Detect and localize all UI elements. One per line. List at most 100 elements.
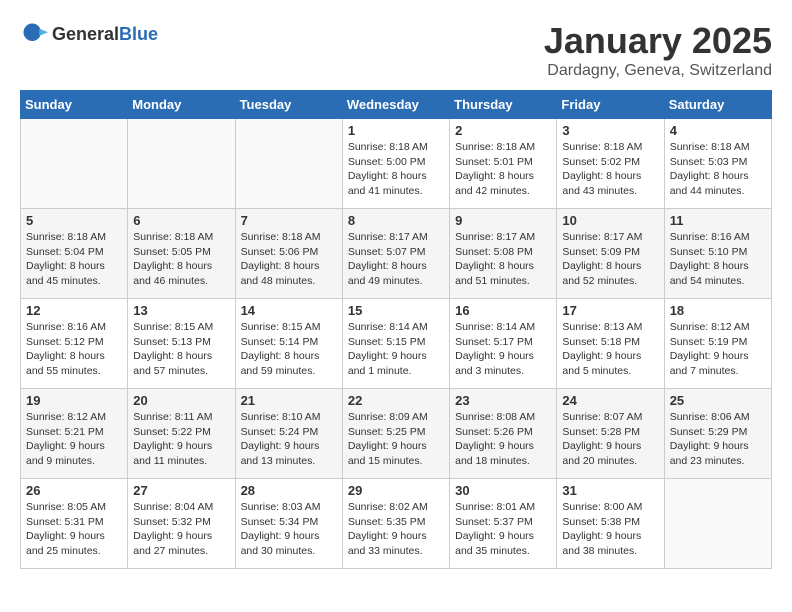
- day-of-week-header: Wednesday: [342, 91, 449, 119]
- calendar-cell: 16 Sunrise: 8:14 AM Sunset: 5:17 PM Dayli…: [450, 299, 557, 389]
- calendar-cell: 23Sunrise: 8:08 AM Sunset: 5:26 PM Dayli…: [450, 389, 557, 479]
- day-number: 7: [241, 213, 337, 228]
- day-number: 3: [562, 123, 658, 138]
- calendar-body: 1Sunrise: 8:18 AM Sunset: 5:00 PM Daylig…: [21, 119, 772, 569]
- day-number: 6: [133, 213, 229, 228]
- day-info: Sunrise: 8:15 AM Sunset: 5:13 PM Dayligh…: [133, 320, 229, 379]
- day-info: Sunrise: 8:18 AM Sunset: 5:04 PM Dayligh…: [26, 230, 122, 289]
- page-header: GeneralBlue January 2025 Dardagny, Genev…: [20, 20, 772, 80]
- day-number: 17: [562, 303, 658, 318]
- day-number: 15: [348, 303, 444, 318]
- day-info: Sunrise: 8:17 AM Sunset: 5:07 PM Dayligh…: [348, 230, 444, 289]
- day-number: 26: [26, 483, 122, 498]
- day-info: Sunrise: 8:08 AM Sunset: 5:26 PM Dayligh…: [455, 410, 551, 469]
- logo-text-general: General: [52, 24, 119, 44]
- calendar-week-row: 26 Sunrise: 8:05 AM Sunset: 5:31 PM Dayli…: [21, 479, 772, 569]
- calendar-cell: 20 Sunrise: 8:11 AM Sunset: 5:22 PM Dayli…: [128, 389, 235, 479]
- day-info: Sunrise: 8:16 AM Sunset: 5:12 PM Dayligh…: [26, 320, 122, 379]
- calendar-cell: 8Sunrise: 8:17 AM Sunset: 5:07 PM Daylig…: [342, 209, 449, 299]
- day-number: 30: [455, 483, 551, 498]
- day-info: Sunrise: 8:18 AM Sunset: 5:06 PM Dayligh…: [241, 230, 337, 289]
- calendar-cell: 30 Sunrise: 8:01 AM Sunset: 5:37 PM Dayli…: [450, 479, 557, 569]
- day-of-week-header: Thursday: [450, 91, 557, 119]
- day-number: 18: [670, 303, 766, 318]
- day-number: 25: [670, 393, 766, 408]
- day-number: 19: [26, 393, 122, 408]
- day-info: Sunrise: 8:05 AM Sunset: 5:31 PM Dayligh…: [26, 500, 122, 559]
- calendar-cell: 31Sunrise: 8:00 AM Sunset: 5:38 PM Dayli…: [557, 479, 664, 569]
- day-number: 13: [133, 303, 229, 318]
- calendar-cell: [235, 119, 342, 209]
- logo: GeneralBlue: [20, 20, 158, 48]
- logo-icon: [20, 20, 48, 48]
- day-number: 14: [241, 303, 337, 318]
- day-number: 2: [455, 123, 551, 138]
- calendar-cell: 18Sunrise: 8:12 AM Sunset: 5:19 PM Dayli…: [664, 299, 771, 389]
- calendar-week-row: 5 Sunrise: 8:18 AM Sunset: 5:04 PM Daylig…: [21, 209, 772, 299]
- day-number: 12: [26, 303, 122, 318]
- title-area: January 2025 Dardagny, Geneva, Switzerla…: [544, 20, 772, 80]
- calendar-cell: 12 Sunrise: 8:16 AM Sunset: 5:12 PM Dayli…: [21, 299, 128, 389]
- day-info: Sunrise: 8:14 AM Sunset: 5:17 PM Dayligh…: [455, 320, 551, 379]
- calendar-cell: 28 Sunrise: 8:03 AM Sunset: 5:34 PM Dayli…: [235, 479, 342, 569]
- day-of-week-header: Saturday: [664, 91, 771, 119]
- day-info: Sunrise: 8:01 AM Sunset: 5:37 PM Dayligh…: [455, 500, 551, 559]
- calendar-cell: 26 Sunrise: 8:05 AM Sunset: 5:31 PM Dayli…: [21, 479, 128, 569]
- calendar-cell: 14 Sunrise: 8:15 AM Sunset: 5:14 PM Dayli…: [235, 299, 342, 389]
- day-of-week-header: Monday: [128, 91, 235, 119]
- day-number: 20: [133, 393, 229, 408]
- calendar-cell: 29 Sunrise: 8:02 AM Sunset: 5:35 PM Dayli…: [342, 479, 449, 569]
- calendar-cell: 25 Sunrise: 8:06 AM Sunset: 5:29 PM Dayli…: [664, 389, 771, 479]
- calendar-cell: 21Sunrise: 8:10 AM Sunset: 5:24 PM Dayli…: [235, 389, 342, 479]
- day-info: Sunrise: 8:17 AM Sunset: 5:08 PM Dayligh…: [455, 230, 551, 289]
- calendar-cell: 7 Sunrise: 8:18 AM Sunset: 5:06 PM Daylig…: [235, 209, 342, 299]
- day-of-week-header: Tuesday: [235, 91, 342, 119]
- day-info: Sunrise: 8:02 AM Sunset: 5:35 PM Dayligh…: [348, 500, 444, 559]
- calendar-cell: 10 Sunrise: 8:17 AM Sunset: 5:09 PM Dayli…: [557, 209, 664, 299]
- calendar-cell: 24Sunrise: 8:07 AM Sunset: 5:28 PM Dayli…: [557, 389, 664, 479]
- calendar-cell: 13 Sunrise: 8:15 AM Sunset: 5:13 PM Dayli…: [128, 299, 235, 389]
- day-number: 11: [670, 213, 766, 228]
- calendar-week-row: 19Sunrise: 8:12 AM Sunset: 5:21 PM Dayli…: [21, 389, 772, 479]
- day-info: Sunrise: 8:18 AM Sunset: 5:01 PM Dayligh…: [455, 140, 551, 199]
- calendar-cell: 1Sunrise: 8:18 AM Sunset: 5:00 PM Daylig…: [342, 119, 449, 209]
- day-number: 10: [562, 213, 658, 228]
- calendar-cell: 3 Sunrise: 8:18 AM Sunset: 5:02 PM Daylig…: [557, 119, 664, 209]
- calendar-table: SundayMondayTuesdayWednesdayThursdayFrid…: [20, 90, 772, 569]
- calendar-cell: 15 Sunrise: 8:14 AM Sunset: 5:15 PM Dayli…: [342, 299, 449, 389]
- calendar-cell: 22Sunrise: 8:09 AM Sunset: 5:25 PM Dayli…: [342, 389, 449, 479]
- day-info: Sunrise: 8:18 AM Sunset: 5:05 PM Dayligh…: [133, 230, 229, 289]
- day-info: Sunrise: 8:13 AM Sunset: 5:18 PM Dayligh…: [562, 320, 658, 379]
- calendar-cell: 11 Sunrise: 8:16 AM Sunset: 5:10 PM Dayli…: [664, 209, 771, 299]
- location-title: Dardagny, Geneva, Switzerland: [544, 62, 772, 80]
- day-info: Sunrise: 8:18 AM Sunset: 5:00 PM Dayligh…: [348, 140, 444, 199]
- calendar-cell: 17 Sunrise: 8:13 AM Sunset: 5:18 PM Dayli…: [557, 299, 664, 389]
- calendar-cell: [664, 479, 771, 569]
- day-info: Sunrise: 8:03 AM Sunset: 5:34 PM Dayligh…: [241, 500, 337, 559]
- calendar-week-row: 12 Sunrise: 8:16 AM Sunset: 5:12 PM Dayli…: [21, 299, 772, 389]
- day-info: Sunrise: 8:18 AM Sunset: 5:02 PM Dayligh…: [562, 140, 658, 199]
- day-info: Sunrise: 8:15 AM Sunset: 5:14 PM Dayligh…: [241, 320, 337, 379]
- day-info: Sunrise: 8:07 AM Sunset: 5:28 PM Dayligh…: [562, 410, 658, 469]
- calendar-cell: [21, 119, 128, 209]
- logo-text-blue: Blue: [119, 24, 158, 44]
- day-number: 5: [26, 213, 122, 228]
- day-info: Sunrise: 8:04 AM Sunset: 5:32 PM Dayligh…: [133, 500, 229, 559]
- day-info: Sunrise: 8:14 AM Sunset: 5:15 PM Dayligh…: [348, 320, 444, 379]
- day-info: Sunrise: 8:17 AM Sunset: 5:09 PM Dayligh…: [562, 230, 658, 289]
- day-number: 27: [133, 483, 229, 498]
- day-info: Sunrise: 8:06 AM Sunset: 5:29 PM Dayligh…: [670, 410, 766, 469]
- day-number: 9: [455, 213, 551, 228]
- calendar-header-row: SundayMondayTuesdayWednesdayThursdayFrid…: [21, 91, 772, 119]
- month-title: January 2025: [544, 20, 772, 62]
- day-number: 16: [455, 303, 551, 318]
- day-of-week-header: Sunday: [21, 91, 128, 119]
- day-number: 31: [562, 483, 658, 498]
- day-number: 4: [670, 123, 766, 138]
- day-number: 28: [241, 483, 337, 498]
- day-info: Sunrise: 8:09 AM Sunset: 5:25 PM Dayligh…: [348, 410, 444, 469]
- day-info: Sunrise: 8:11 AM Sunset: 5:22 PM Dayligh…: [133, 410, 229, 469]
- day-of-week-header: Friday: [557, 91, 664, 119]
- day-number: 29: [348, 483, 444, 498]
- day-info: Sunrise: 8:16 AM Sunset: 5:10 PM Dayligh…: [670, 230, 766, 289]
